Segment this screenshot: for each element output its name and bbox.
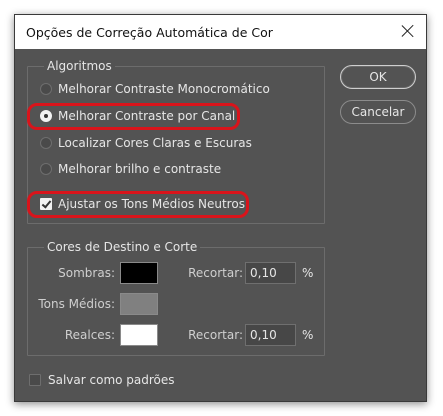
radio-icon[interactable] (40, 83, 52, 95)
radio-icon[interactable] (40, 137, 52, 149)
algorithms-legend: Algoritmos (44, 59, 115, 73)
shadows-clip-label: Recortar: (188, 266, 243, 280)
midtones-label: Tons Médios: (38, 297, 115, 311)
cancel-button[interactable]: Cancelar (340, 100, 416, 124)
checkbox-icon[interactable] (29, 374, 41, 386)
shadows-color-swatch[interactable] (120, 262, 158, 284)
highlights-label: Realces: (64, 328, 115, 342)
checkbox-checked-icon[interactable] (40, 198, 52, 210)
highlights-clip-label: Recortar: (188, 328, 243, 342)
radio-label: Localizar Cores Claras e Escuras (58, 136, 252, 150)
radio-label: Melhorar Contraste Monocromático (58, 82, 270, 96)
ok-button[interactable]: OK (340, 65, 416, 89)
checkbox-label: Salvar como padrões (48, 373, 175, 387)
shadows-label: Sombras: (58, 266, 115, 280)
midtones-color-swatch[interactable] (120, 293, 158, 315)
radio-label: Melhorar Contraste por Canal (58, 109, 236, 123)
shadows-clip-input[interactable]: 0,10 (245, 262, 296, 284)
auto-color-options-dialog: Opções de Correção Automática de Cor Alg… (14, 14, 427, 402)
shadows-percent-unit: % (302, 266, 314, 280)
highlights-percent-unit: % (302, 328, 314, 342)
highlights-color-swatch[interactable] (120, 324, 158, 346)
checkbox-label: Ajustar os Tons Médios Neutros (58, 197, 245, 211)
radio-label: Melhorar brilho e contraste (58, 162, 222, 176)
highlights-clip-input[interactable]: 0,10 (245, 324, 296, 346)
title-bar: Opções de Correção Automática de Cor (15, 15, 426, 49)
target-colors-legend: Cores de Destino e Corte (44, 240, 201, 254)
dialog-title: Opções de Correção Automática de Cor (26, 25, 273, 40)
radio-icon[interactable] (40, 163, 52, 175)
radio-selected-icon[interactable] (40, 110, 52, 122)
close-icon[interactable] (400, 23, 416, 39)
